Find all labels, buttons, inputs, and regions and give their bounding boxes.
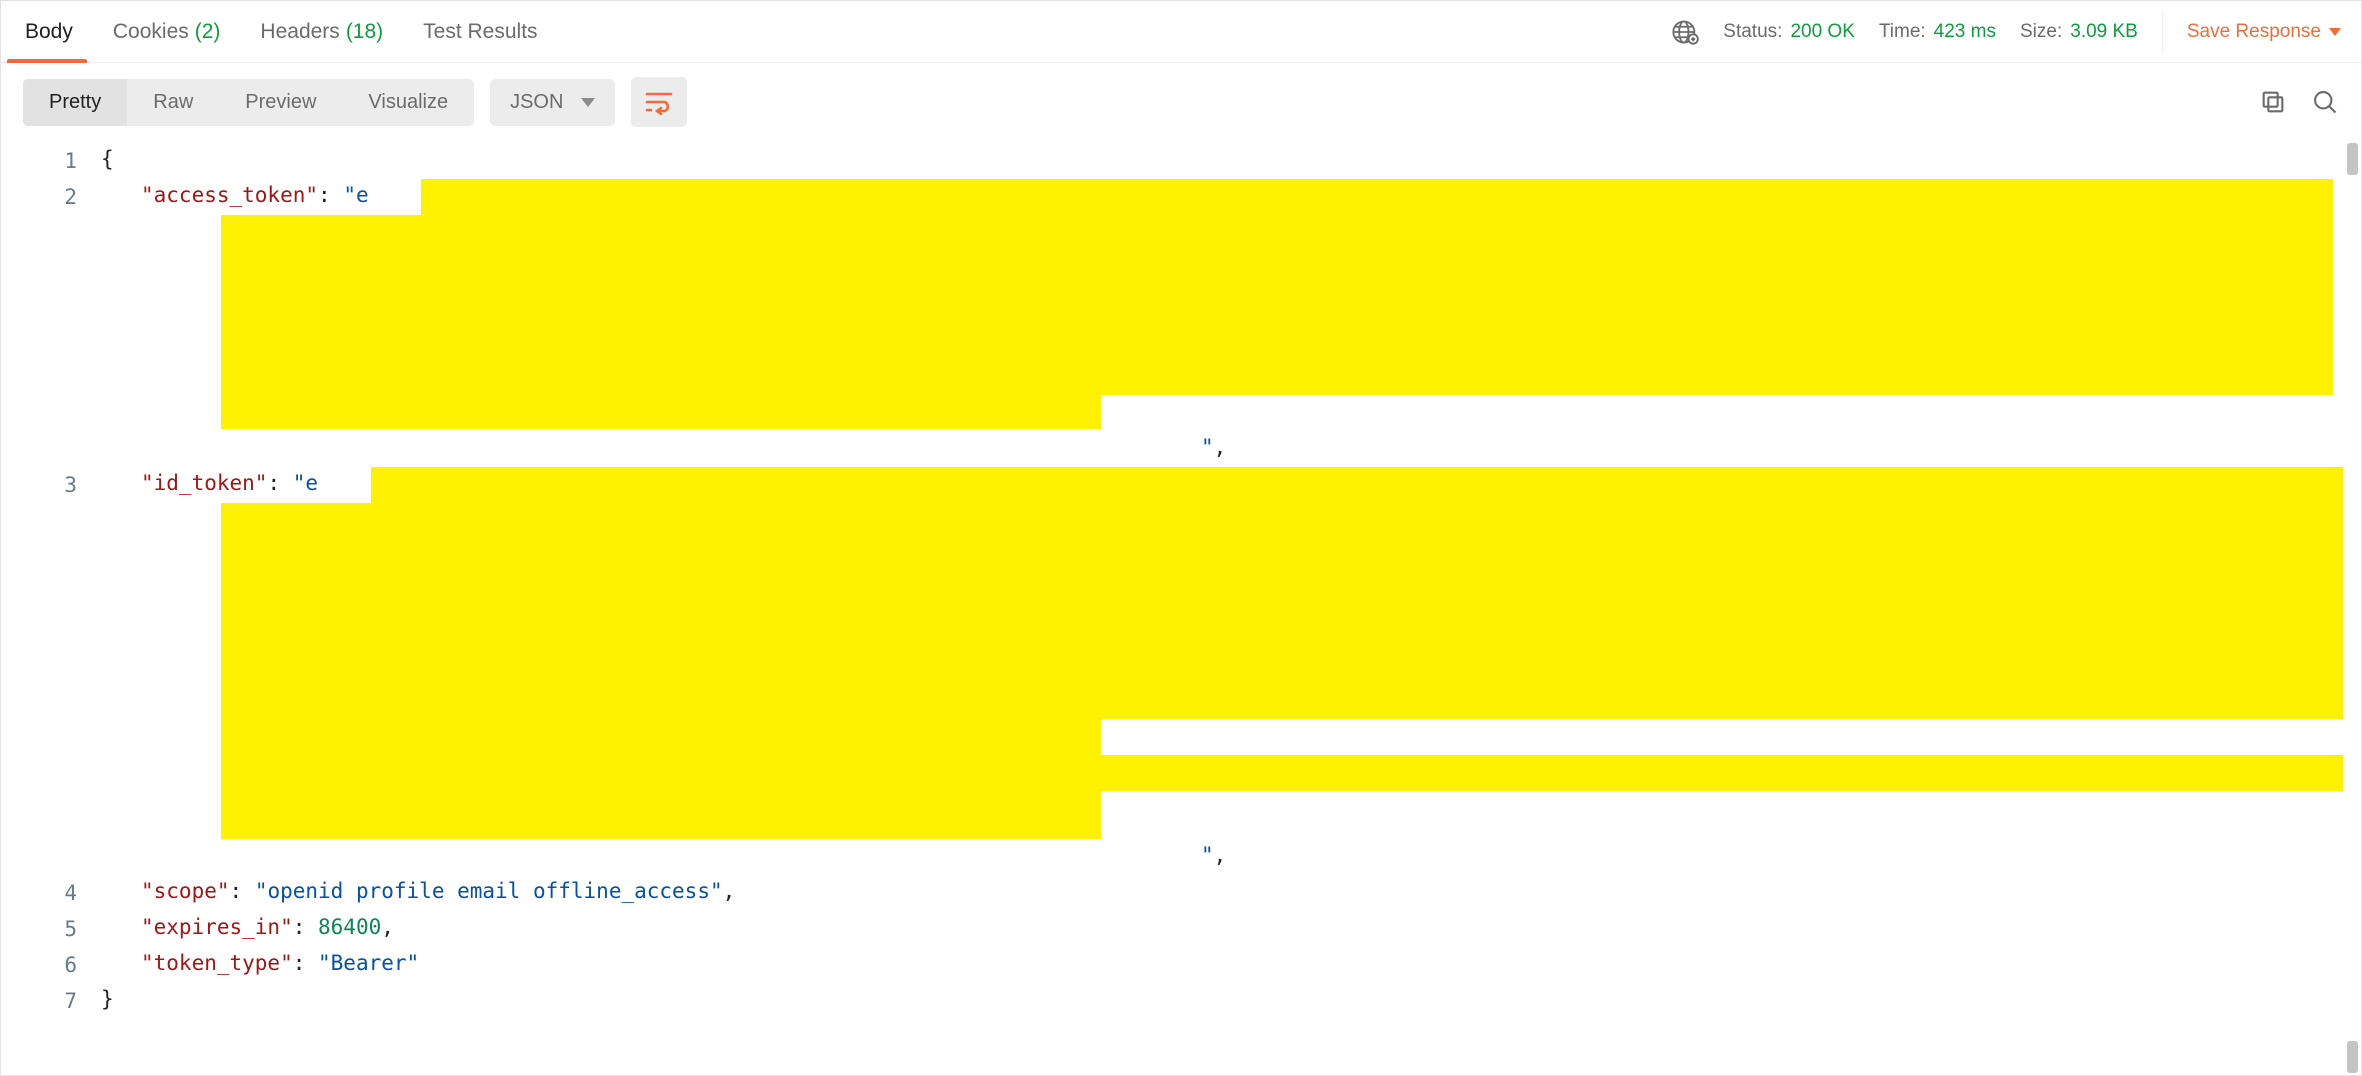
- json-key-id-token: "id_token": [141, 471, 267, 495]
- time-meta: Time: 423 ms: [1879, 21, 1996, 43]
- search-icon[interactable]: [2311, 88, 2339, 116]
- redaction-block: [221, 719, 1101, 755]
- line-number: 3: [1, 467, 77, 875]
- response-toolbar: Pretty Raw Preview Visualize JSON: [1, 63, 2361, 141]
- tab-body[interactable]: Body: [1, 1, 93, 62]
- language-select[interactable]: JSON: [490, 79, 615, 126]
- tab-test-results-label: Test Results: [423, 20, 537, 44]
- json-value-access-token-start: "e: [343, 183, 368, 207]
- tab-cookies-label: Cookies: [113, 20, 189, 44]
- code-view[interactable]: { "access_token": "e ", "id_token": "e "…: [101, 141, 2343, 1075]
- json-value-scope: "openid profile email offline_access": [255, 879, 723, 903]
- time-label: Time:: [1879, 21, 1926, 43]
- view-mode-segment: Pretty Raw Preview Visualize: [23, 79, 474, 126]
- json-open-brace: {: [101, 147, 114, 171]
- line-number: 5: [1, 911, 77, 947]
- status-value: 200 OK: [1790, 21, 1854, 43]
- json-close-brace: }: [101, 987, 114, 1011]
- json-value-expires-in: 86400: [318, 915, 381, 939]
- view-mode-pretty[interactable]: Pretty: [23, 79, 127, 126]
- line-number: 2: [1, 179, 77, 467]
- status-meta: Status: 200 OK: [1723, 21, 1855, 43]
- save-response-button[interactable]: Save Response: [2162, 12, 2341, 52]
- view-mode-preview[interactable]: Preview: [219, 79, 342, 126]
- view-mode-raw[interactable]: Raw: [127, 79, 219, 126]
- json-value-access-token-end: ": [1201, 435, 1214, 459]
- line-number: 4: [1, 875, 77, 911]
- tab-cookies-count: (2): [195, 20, 221, 44]
- line-number: 1: [1, 143, 77, 179]
- line-number: 7: [1, 983, 77, 1019]
- status-label: Status:: [1723, 21, 1782, 43]
- json-value-id-token-end: ": [1201, 843, 1214, 867]
- redaction-block: [221, 755, 2343, 791]
- json-key-access-token: "access_token": [141, 183, 318, 207]
- redaction-block: [221, 503, 2343, 719]
- save-response-label: Save Response: [2187, 21, 2321, 43]
- redaction-block: [221, 395, 1101, 429]
- tab-body-label: Body: [25, 20, 73, 44]
- time-value: 423 ms: [1934, 21, 1996, 43]
- json-value-token-type: "Bearer": [318, 951, 419, 975]
- size-meta: Size: 3.09 KB: [2020, 21, 2138, 43]
- network-icon[interactable]: [1671, 18, 1699, 46]
- vertical-scrollbar[interactable]: [2343, 141, 2361, 1075]
- size-label: Size:: [2020, 21, 2062, 43]
- tab-cookies[interactable]: Cookies (2): [93, 1, 241, 62]
- wrap-icon: [644, 89, 674, 115]
- json-value-id-token-start: "e: [293, 471, 318, 495]
- copy-icon[interactable]: [2259, 88, 2287, 116]
- response-body: 1 2 3 4 5 6 7 { "access_token": "e ", "i…: [1, 141, 2361, 1075]
- view-mode-visualize[interactable]: Visualize: [342, 79, 474, 126]
- redaction-block: [371, 467, 2343, 503]
- tab-headers[interactable]: Headers (18): [240, 1, 403, 62]
- wrap-lines-button[interactable]: [631, 77, 687, 127]
- chevron-down-icon: [2329, 28, 2341, 36]
- json-key-scope: "scope": [141, 879, 230, 903]
- json-key-expires-in: "expires_in": [141, 915, 293, 939]
- redaction-block: [221, 215, 2333, 395]
- json-key-token-type: "token_type": [141, 951, 293, 975]
- response-tab-bar: Body Cookies (2) Headers (18) Test Resul…: [1, 1, 2361, 63]
- redaction-block: [221, 791, 1101, 839]
- size-value: 3.09 KB: [2070, 21, 2138, 43]
- line-number: 6: [1, 947, 77, 983]
- redaction-block: [421, 179, 2333, 215]
- tab-test-results[interactable]: Test Results: [403, 1, 557, 62]
- line-number-gutter: 1 2 3 4 5 6 7: [1, 141, 101, 1075]
- tab-headers-label: Headers: [260, 20, 339, 44]
- language-select-label: JSON: [510, 91, 563, 114]
- chevron-down-icon: [581, 98, 595, 107]
- tab-headers-count: (18): [346, 20, 383, 44]
